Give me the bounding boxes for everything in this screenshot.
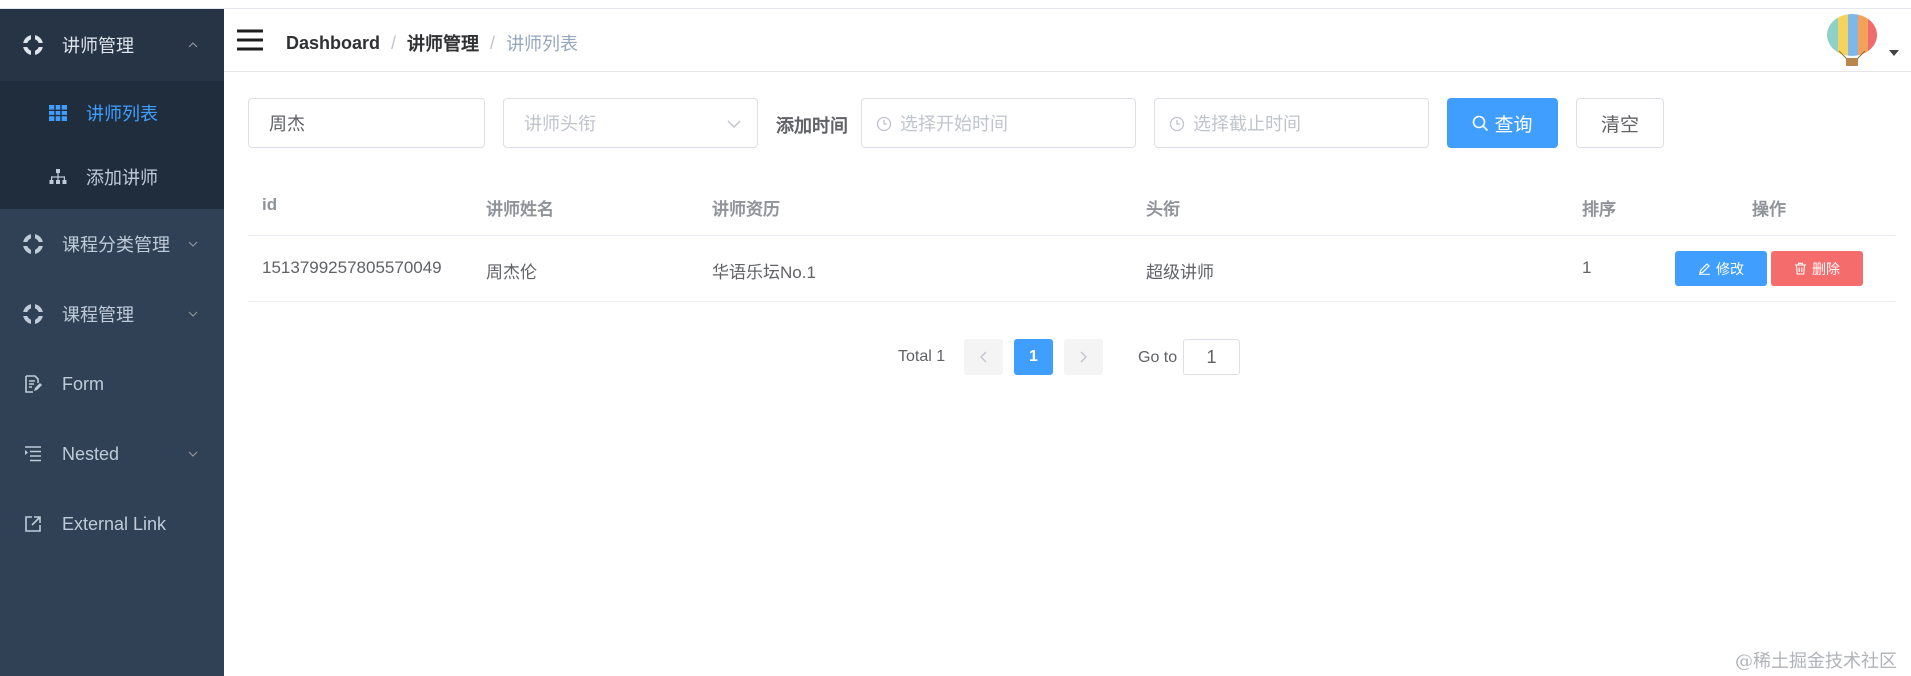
cell-level: 超级讲师 (1146, 263, 1214, 282)
breadcrumb-separator: / (391, 32, 397, 53)
teacher-level-placeholder: 讲师头衔 (524, 114, 596, 134)
sidebar-item-form[interactable]: Form (0, 349, 224, 419)
table-divider (248, 235, 1896, 236)
column-header-name: 讲师姓名 (486, 200, 554, 219)
sidebar-item-label: 讲师管理 (62, 36, 134, 56)
lifebuoy-icon (22, 303, 44, 325)
cell-sort: 1 (1582, 258, 1592, 277)
tree-icon (48, 167, 68, 187)
sidebar-item-label: Nested (62, 443, 120, 464)
teacher-name-input[interactable]: 周杰 (248, 98, 485, 148)
cell-intro: 华语乐坛No.1 (712, 263, 816, 282)
pagination-page-number: 1 (1029, 348, 1038, 365)
teacher-level-select[interactable]: 讲师头衔 (503, 98, 758, 148)
breadcrumb-teacher-management[interactable]: 讲师管理 (407, 30, 479, 56)
chevron-down-icon (188, 241, 198, 247)
column-header-sort: 排序 (1582, 200, 1616, 219)
teacher-name-value: 周杰 (269, 114, 305, 134)
form-icon (22, 373, 44, 395)
query-button[interactable]: 查询 (1447, 98, 1558, 148)
edit-button-label: 修改 (1716, 260, 1744, 277)
search-icon (1473, 115, 1489, 131)
lifebuoy-icon (22, 233, 44, 255)
sidebar-item-label: External Link (62, 513, 167, 534)
avatar[interactable] (1825, 13, 1879, 67)
sidebar: 讲师管理 讲师列表 添加讲师 课程分类管理 课程管理 Form Nested E… (0, 9, 224, 676)
column-header-intro: 讲师资历 (712, 200, 780, 219)
sidebar-item-label: Form (62, 373, 104, 394)
breadcrumb-teacher-list: 讲师列表 (506, 34, 579, 54)
lifebuoy-icon (22, 34, 44, 56)
clear-button-label: 清空 (1600, 114, 1639, 136)
query-button-label: 查询 (1494, 114, 1533, 136)
sidebar-item-external-link[interactable]: External Link (0, 489, 224, 559)
pagination-page-button[interactable]: 1 (1014, 339, 1053, 375)
chevron-left-icon (980, 351, 987, 363)
sidebar-item-add-teacher[interactable]: 添加讲师 (0, 145, 224, 209)
navbar: Dashboard / 讲师管理 / 讲师列表 (224, 10, 1911, 72)
chevron-right-icon (1080, 351, 1087, 363)
add-time-label: 添加时间 (776, 116, 848, 136)
hamburger-icon[interactable] (237, 29, 263, 51)
sidebar-item-label: 讲师列表 (86, 104, 158, 124)
sidebar-item-label: 课程分类管理 (62, 235, 170, 255)
cell-name: 周杰伦 (486, 263, 537, 282)
chevron-down-icon (188, 311, 198, 317)
chevron-up-icon (188, 42, 198, 48)
external-link-icon (22, 513, 44, 535)
pagination-prev-button[interactable] (964, 339, 1003, 375)
clock-icon (876, 116, 892, 132)
table-icon (48, 103, 68, 123)
sidebar-item-course-category[interactable]: 课程分类管理 (0, 209, 224, 279)
sidebar-item-course-management[interactable]: 课程管理 (0, 279, 224, 349)
pagination-next-button[interactable] (1064, 339, 1103, 375)
edit-icon (1699, 263, 1710, 275)
trash-icon (1795, 262, 1806, 275)
clear-button[interactable]: 清空 (1576, 98, 1664, 148)
sidebar-item-label: 添加讲师 (86, 168, 158, 188)
table-divider (248, 301, 1896, 302)
end-time-picker[interactable]: 选择截止时间 (1154, 98, 1429, 148)
pagination-goto-label: Go to (1138, 349, 1178, 366)
breadcrumb: Dashboard / 讲师管理 / 讲师列表 (286, 30, 578, 56)
column-header-level: 头衔 (1146, 200, 1180, 219)
chevron-down-icon (727, 120, 741, 129)
sidebar-item-teacher-list[interactable]: 讲师列表 (0, 81, 224, 145)
delete-button-label: 删除 (1812, 260, 1840, 277)
delete-button[interactable]: 删除 (1771, 251, 1863, 286)
clock-icon (1169, 116, 1185, 132)
pagination-goto-input[interactable]: 1 (1183, 339, 1240, 375)
pagination-goto-value: 1 (1206, 346, 1217, 367)
edit-button[interactable]: 修改 (1675, 251, 1767, 286)
avatar-caret-icon[interactable] (1889, 50, 1899, 56)
watermark: @稀土掘金技术社区 (1735, 651, 1897, 672)
list-icon (22, 443, 44, 465)
app-root: 讲师管理 讲师列表 添加讲师 课程分类管理 课程管理 Form Nested E… (0, 0, 1911, 676)
cell-id: 1513799257805570049 (262, 258, 442, 277)
teacher-submenu: 讲师列表 添加讲师 (0, 81, 224, 209)
sidebar-item-label: 课程管理 (62, 305, 134, 325)
sidebar-item-teacher-management[interactable]: 讲师管理 (0, 9, 224, 81)
breadcrumb-separator: / (490, 32, 496, 53)
column-header-actions: 操作 (1752, 200, 1786, 219)
pagination-total: Total 1 (898, 348, 946, 365)
sidebar-item-nested[interactable]: Nested (0, 419, 224, 489)
start-time-picker[interactable]: 选择开始时间 (861, 98, 1136, 148)
column-header-id: id (262, 195, 278, 214)
chevron-down-icon (188, 451, 198, 457)
top-strip (0, 0, 1911, 9)
breadcrumb-dashboard[interactable]: Dashboard (286, 33, 380, 54)
